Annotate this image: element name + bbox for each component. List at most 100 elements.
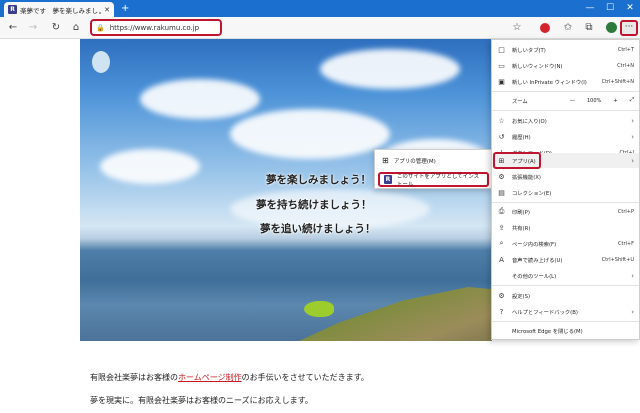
menu-print[interactable]: ⎙ 印刷(P) Ctrl+P (492, 204, 639, 219)
menu-apps[interactable]: ⊞ アプリ(A) › (492, 152, 639, 169)
homepage-link[interactable]: ホームページ制作 (178, 373, 242, 382)
hero-line-1: 夢を楽しみましょう！ (266, 174, 371, 186)
menu-help[interactable]: ? ヘルプとフィードバック(B) › (492, 304, 639, 319)
extension-icon[interactable] (540, 23, 550, 33)
print-icon: ⎙ (498, 207, 505, 215)
maximize-button[interactable]: ☐ (602, 2, 618, 14)
zoom-in-button[interactable]: + (613, 98, 617, 104)
menu-shortcut: Ctrl+F (618, 240, 634, 247)
extensions-icon: ⚙ (498, 172, 505, 181)
menu-new-inprivate[interactable]: ▣ 新しい InPrivate ウィンドウ(I) Ctrl+Shift+N (492, 74, 639, 89)
settings-more-button[interactable]: ··· (620, 20, 638, 36)
chevron-right-icon: › (631, 156, 634, 165)
menu-shortcut: Ctrl+Shift+N (601, 78, 634, 85)
menu-label: ヘルプとフィードバック(B) (512, 309, 578, 316)
menu-divider (492, 110, 639, 111)
hero-line-2: 夢を持ち続けましょう！ (256, 199, 372, 211)
favorite-star-icon[interactable]: ☆ (510, 21, 524, 35)
menu-label: コレクション(E) (512, 190, 552, 197)
menu-label: お気に入り(O) (512, 118, 547, 125)
settings-menu: □ 新しいタブ(T) Ctrl+T ▭ 新しいウィンドウ(N) Ctrl+N ▣ 新しい … (491, 39, 640, 340)
menu-shortcut: Ctrl+P (617, 208, 634, 215)
menu-extensions[interactable]: ⚙ 拡張機能(X) (492, 169, 639, 184)
favorites-icon[interactable]: ✩ (561, 21, 575, 35)
menu-label: 拡張機能(X) (512, 174, 541, 181)
apps-submenu: ⊞ アプリの管理(M) R このサイトをアプリとしてインストール (374, 149, 492, 189)
menu-label: 新しいウィンドウ(N) (512, 63, 563, 70)
new-tab-icon: □ (498, 45, 505, 54)
toolbar: ← → ↻ ⌂ 🔒 https://www.rakumu.co.jp ☆ ✩ ⧉… (0, 17, 640, 39)
chevron-right-icon: › (631, 307, 634, 316)
gear-icon: ⚙ (498, 291, 505, 300)
menu-find[interactable]: ⌕ ページ内の検索(F) Ctrl+F (492, 236, 639, 251)
chevron-right-icon: › (631, 271, 634, 280)
find-icon: ⌕ (499, 239, 504, 247)
site-app-icon: R (384, 175, 392, 184)
minimize-button[interactable]: — (582, 2, 598, 14)
install-site-as-app-item[interactable]: R このサイトをアプリとしてインストール (378, 172, 489, 188)
menu-shortcut: Ctrl+T (617, 46, 634, 53)
hero-line-3: 夢を追い続けましょう！ (260, 223, 376, 235)
menu-label: その他のツール(L) (512, 273, 557, 280)
star-icon: ☆ (498, 116, 505, 125)
menu-label: 履歴(H) (512, 134, 531, 141)
menu-favorites[interactable]: ☆ お気に入り(O) › (492, 113, 639, 128)
home-icon[interactable]: ⌂ (69, 21, 83, 35)
menu-label: Microsoft Edge を閉じる(M) (512, 328, 583, 335)
url-text: https://www.rakumu.co.jp (109, 23, 200, 32)
menu-label: ページ内の検索(F) (512, 241, 557, 248)
menu-share[interactable]: ⇪ 共有(R) (492, 220, 639, 235)
help-icon: ? (499, 307, 504, 316)
manage-apps-label: アプリの管理(M) (393, 158, 436, 165)
address-bar[interactable]: 🔒 https://www.rakumu.co.jp (90, 19, 222, 36)
install-site-label: このサイトをアプリとしてインストール (396, 173, 480, 188)
collections-icon[interactable]: ⧉ (582, 21, 596, 35)
tab-title: 楽夢です 夢を楽しみましょう！ (20, 6, 101, 15)
collections-icon: ▤ (498, 188, 505, 197)
back-icon[interactable]: ← (6, 21, 20, 35)
inprivate-icon: ▣ (498, 77, 505, 86)
browser-tab[interactable]: R 楽夢です 夢を楽しみましょう！ ✕ (4, 2, 114, 17)
menu-settings[interactable]: ⚙ 設定(S) (492, 288, 639, 303)
menu-divider (492, 202, 639, 203)
read-aloud-icon: A (499, 255, 504, 264)
menu-new-tab[interactable]: □ 新しいタブ(T) Ctrl+T (492, 42, 639, 57)
menu-label: 新しいタブ(T) (512, 47, 546, 54)
menu-more-tools[interactable]: その他のツール(L) › (492, 268, 639, 283)
menu-divider (492, 285, 639, 286)
zoom-value: 100% (587, 97, 602, 104)
intro-text-end: のお手伝いをさせていただきます。 (241, 373, 369, 382)
menu-close-edge[interactable]: Microsoft Edge を閉じる(M) (492, 323, 639, 338)
fullscreen-icon[interactable]: ⤢ (630, 97, 634, 104)
menu-divider (492, 91, 639, 92)
close-tab-icon[interactable]: ✕ (104, 6, 110, 14)
manage-apps-item[interactable]: ⊞ アプリの管理(M) (378, 153, 489, 168)
bird-illustration (304, 301, 334, 317)
lock-icon: 🔒 (96, 23, 105, 32)
menu-shortcut: Ctrl+N (617, 62, 634, 69)
zoom-out-button[interactable]: — (570, 98, 575, 104)
chevron-right-icon: › (631, 132, 634, 141)
refresh-icon[interactable]: ↻ (49, 21, 63, 35)
logo-bird-icon (92, 51, 110, 73)
site-favicon: R (8, 5, 17, 14)
menu-history[interactable]: ↺ 履歴(H) › (492, 129, 639, 144)
intro-text: 有限会社楽夢はお客様の (90, 373, 178, 382)
forward-icon[interactable]: → (26, 21, 40, 35)
coastline-cliff (260, 287, 492, 341)
history-icon: ↺ (498, 132, 505, 141)
menu-zoom-row: ズーム — 100% + ⤢ (492, 93, 639, 108)
profile-avatar[interactable] (606, 22, 617, 33)
menu-read-aloud[interactable]: A 音声で読み上げる(U) Ctrl+Shift+U (492, 252, 639, 267)
title-bar: R 楽夢です 夢を楽しみましょう！ ✕ + — ☐ ✕ (0, 0, 640, 17)
intro-line-2: 夢を現実に。有限会社楽夢はお客様のニーズにお応えします。 (90, 396, 313, 405)
menu-shortcut: Ctrl+Shift+U (601, 256, 634, 263)
menu-new-window[interactable]: ▭ 新しいウィンドウ(N) Ctrl+N (492, 58, 639, 73)
menu-label: 設定(S) (512, 293, 531, 300)
apps-grid-icon: ⊞ (382, 156, 389, 165)
menu-label: 印刷(P) (512, 209, 530, 216)
menu-label: 新しい InPrivate ウィンドウ(I) (512, 79, 587, 86)
menu-collections[interactable]: ▤ コレクション(E) (492, 185, 639, 200)
new-tab-button[interactable]: + (121, 2, 129, 15)
close-window-button[interactable]: ✕ (622, 2, 638, 14)
